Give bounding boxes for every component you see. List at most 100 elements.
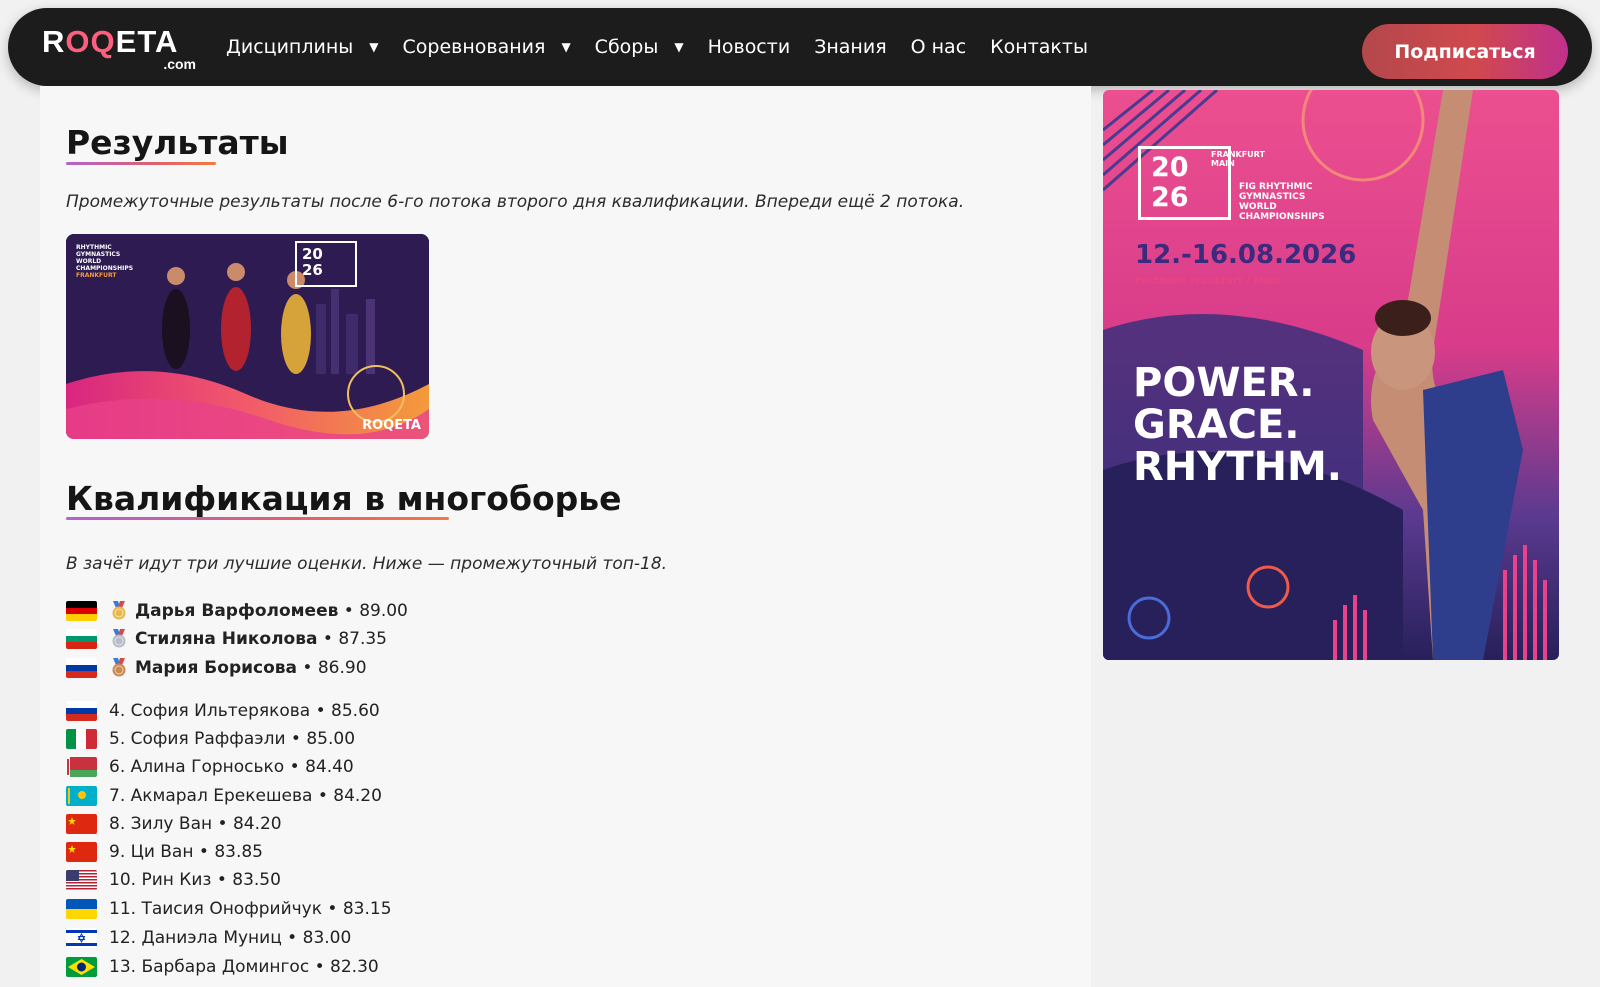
bronze-medal-icon bbox=[109, 658, 129, 678]
athlete-rank-name: 8. Зилу Ван bbox=[109, 814, 213, 834]
nav-item[interactable]: Контакты bbox=[990, 36, 1088, 58]
separator: • bbox=[322, 899, 343, 919]
qualification-heading: Квалификация в многоборье bbox=[66, 479, 622, 518]
athlete-rank-name: 4. София Ильтерякова bbox=[109, 701, 311, 721]
poster-frankfurt: FRANKFURT MAIN bbox=[1211, 150, 1265, 168]
athlete-score: 84.40 bbox=[305, 757, 354, 777]
qualification-heading-underline bbox=[66, 517, 449, 520]
ranking-row: 6. Алина Горносько • 84.40 bbox=[66, 754, 354, 780]
poster-year-bottom: 26 bbox=[1151, 182, 1189, 213]
athlete-rank-name: 13. Барбара Домингос bbox=[109, 957, 310, 977]
site-logo[interactable]: ROQETA .com bbox=[42, 24, 204, 73]
athlete-score: 85.60 bbox=[331, 701, 380, 721]
podium-row: Мария Борисова • 86.90 bbox=[66, 655, 367, 681]
nav-item-label: О нас bbox=[910, 36, 967, 58]
nav-item-label: Дисциплины bbox=[226, 36, 354, 58]
athlete-score: 83.00 bbox=[302, 928, 352, 948]
banner-title-line: GYMNASTICS bbox=[76, 251, 121, 258]
nav-item-label: Контакты bbox=[990, 36, 1088, 58]
nav-item[interactable]: Соревнования ▼ bbox=[403, 36, 571, 58]
caret-down-icon: ▼ bbox=[674, 40, 684, 54]
athlete-score: 89.00 bbox=[359, 601, 408, 621]
nav-item[interactable]: Сборы ▼ bbox=[595, 36, 684, 58]
athlete-rank-name: 10. Рин Киз bbox=[109, 870, 212, 890]
athlete-rank-name: 12. Даниэла Муниц bbox=[109, 928, 282, 948]
nav-item-label: Соревнования bbox=[402, 36, 546, 58]
poster-slogan-line: RHYTHM. bbox=[1133, 444, 1343, 490]
usa-flag-icon bbox=[66, 870, 97, 890]
russia-flag-icon bbox=[66, 658, 97, 678]
athlete-score: 83.15 bbox=[342, 899, 392, 919]
separator: • bbox=[211, 870, 233, 890]
poster-slogan: POWER. GRACE. RHYTHM. bbox=[1133, 362, 1342, 488]
nav-item[interactable]: Знания bbox=[814, 36, 886, 58]
nav-item[interactable]: Дисциплины ▼ bbox=[226, 36, 379, 58]
gold-medal-icon bbox=[109, 601, 129, 621]
separator: • bbox=[285, 729, 307, 749]
ranking-row: 11. Таисия Онофрийчук • 83.15 bbox=[66, 896, 392, 922]
ranking-row: 10. Рин Киз • 83.50 bbox=[66, 867, 281, 893]
athlete-rank-name: 11. Таисия Онофрийчук bbox=[109, 899, 323, 919]
athlete-score: 87.35 bbox=[338, 629, 387, 649]
separator: • bbox=[297, 658, 318, 678]
athlete-rank-name: 6. Алина Горносько bbox=[109, 757, 285, 777]
athlete-rank-name: 7. Акмарал Ерекешева bbox=[109, 786, 313, 806]
poster-venue: Festhalle Frankfurt / Main bbox=[1135, 276, 1281, 287]
germany-flag-icon bbox=[66, 601, 97, 621]
athlete-name: Стиляна Николова bbox=[135, 629, 318, 649]
nav-item-label: Знания bbox=[814, 36, 887, 58]
poster-slogan-line: GRACE. bbox=[1133, 402, 1300, 448]
athlete-score: 83.85 bbox=[214, 842, 263, 862]
ranking-row: 7. Акмарал Ерекешева • 84.20 bbox=[66, 783, 382, 809]
results-intro: Промежуточные результаты после 6-го пото… bbox=[66, 192, 965, 212]
ranking-row: 8. Зилу Ван • 84.20 bbox=[66, 811, 282, 837]
top-navbar: ROQETA .com Дисциплины ▼ Соревнования ▼ Сбор… bbox=[8, 8, 1592, 86]
separator: • bbox=[312, 786, 334, 806]
separator: • bbox=[281, 928, 303, 948]
china-flag-icon bbox=[66, 842, 97, 862]
results-heading-underline bbox=[66, 162, 216, 165]
caret-down-icon: ▼ bbox=[369, 40, 379, 54]
banner-year-top: 20 bbox=[302, 245, 323, 263]
nav-item-label: Сборы bbox=[594, 36, 659, 58]
separator: • bbox=[309, 957, 331, 977]
athlete-score: 84.20 bbox=[333, 786, 382, 806]
athlete-rank-name: 9. Ци Ван bbox=[109, 842, 194, 862]
athlete-score: 85.00 bbox=[306, 729, 356, 749]
logo-domain: .com bbox=[163, 56, 196, 72]
results-heading: Результаты bbox=[66, 123, 289, 162]
separator: • bbox=[193, 842, 215, 862]
logo-wordmark: ROQETA bbox=[42, 24, 179, 59]
banner-year-bottom: 26 bbox=[302, 261, 323, 279]
separator: • bbox=[310, 701, 332, 721]
ranking-row: 5. София Раффаэли • 85.00 bbox=[66, 726, 355, 752]
ranking-row: 9. Ци Ван • 83.85 bbox=[66, 839, 263, 865]
athlete-score: 82.30 bbox=[330, 957, 379, 977]
article-content: Результаты Промежуточные результаты посл… bbox=[40, 86, 1091, 987]
banner-city: FRANKFURT bbox=[76, 272, 117, 279]
athlete-name: Мария Борисова bbox=[135, 658, 298, 678]
championship-poster[interactable]: 20 26 FIG RHYTHMIC GYMNASTICS WORLD CHAM… bbox=[1103, 90, 1559, 660]
silver-medal-icon bbox=[109, 629, 129, 649]
main-menu: Дисциплины ▼ Соревнования ▼ Сборы ▼ Новости Зна… bbox=[226, 8, 1112, 86]
qualification-note: В зачёт идут три лучшие оценки. Ниже — п… bbox=[66, 554, 668, 574]
athlete-score: 83.50 bbox=[232, 870, 281, 890]
subscribe-button[interactable]: Подписаться bbox=[1362, 24, 1568, 79]
israel-flag-icon bbox=[66, 928, 97, 948]
banner-title-line: WORLD bbox=[76, 258, 102, 265]
nav-item[interactable]: Новости bbox=[708, 36, 791, 58]
nav-item[interactable]: О нас bbox=[911, 36, 967, 58]
poster-dates: 12.-16.08.2026 bbox=[1135, 240, 1357, 270]
ukraine-flag-icon bbox=[66, 899, 97, 919]
italy-flag-icon bbox=[66, 729, 97, 749]
bulgaria-flag-icon bbox=[66, 629, 97, 649]
nav-item-label: Новости bbox=[707, 36, 791, 58]
banner-title-line: CHAMPIONSHIPS bbox=[76, 265, 134, 272]
poster-organizer: FIG RHYTHMIC GYMNASTICS WORLD CHAMPIONSH… bbox=[1239, 182, 1325, 222]
banner-logo: ROQETA bbox=[362, 418, 421, 433]
podium-row: Стиляна Николова • 87.35 bbox=[66, 626, 387, 652]
ranking-row: 13. Барбара Домингос • 82.30 bbox=[66, 954, 379, 980]
athlete-score: 84.20 bbox=[232, 814, 282, 834]
poster-slogan-line: POWER. bbox=[1133, 360, 1315, 406]
ranking-row: 12. Даниэла Муниц • 83.00 bbox=[66, 925, 351, 951]
